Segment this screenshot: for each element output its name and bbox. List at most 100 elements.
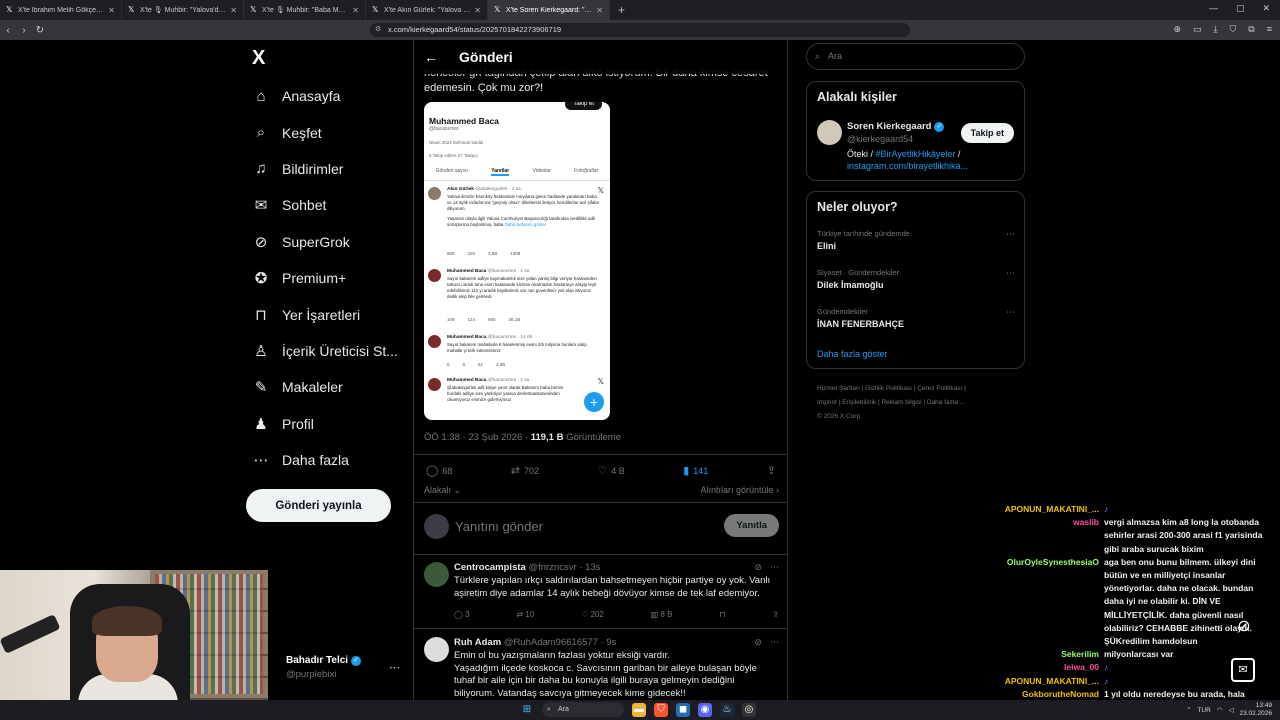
follow-button[interactable]: Takip et bbox=[960, 123, 1014, 143]
account-more-icon[interactable]: ⋯ bbox=[389, 661, 400, 674]
volume-icon[interactable]: ◁ bbox=[1228, 706, 1233, 714]
share-icon[interactable]: ⇪ bbox=[772, 610, 779, 619]
extensions-icon[interactable]: ⧉ bbox=[1248, 24, 1254, 35]
views-action[interactable]: ▥ 8 B bbox=[651, 610, 673, 619]
footer-link[interactable]: Reklam bilgisi bbox=[881, 399, 921, 406]
minimize-icon[interactable]: — bbox=[1209, 3, 1218, 14]
x-logo[interactable]: X bbox=[252, 47, 265, 70]
more-icon[interactable]: ⋯ bbox=[1006, 268, 1015, 279]
reply-button[interactable]: Yanıtla bbox=[724, 514, 779, 537]
more-icon[interactable]: ⋯ bbox=[1006, 229, 1015, 240]
repost-action[interactable]: ⇄ 702 bbox=[511, 464, 539, 477]
avatar[interactable] bbox=[817, 120, 842, 145]
wifi-icon[interactable]: ◠ bbox=[1217, 706, 1223, 714]
menu-icon[interactable]: ≡ bbox=[1267, 24, 1272, 35]
footer-link[interactable]: Hizmet Şartları bbox=[817, 385, 860, 392]
more-icon[interactable]: ⋯ bbox=[1006, 307, 1015, 318]
forward-icon[interactable]: › bbox=[16, 25, 32, 36]
show-more-link[interactable]: Daha fazla göster bbox=[817, 349, 888, 359]
share-action[interactable]: ⇪ bbox=[767, 464, 776, 477]
more-icon[interactable]: ⋯ bbox=[770, 562, 779, 573]
close-tab-icon[interactable]: ✕ bbox=[596, 6, 603, 15]
trend-item[interactable]: Gündemdekiler İNAN FENERBAHÇE ⋯ bbox=[817, 307, 1015, 329]
browser-tab[interactable]: 𝕏 X'te 🎙 Muhbir: "Baba Muhammed B... ✕ bbox=[244, 0, 366, 20]
screen-cast-icon[interactable]: ▭ bbox=[1193, 24, 1202, 35]
bio-link[interactable]: instagram.com/birayetlikhika... bbox=[847, 161, 968, 171]
hashtag-link[interactable]: #BirAyetlikHikâyeler bbox=[876, 149, 956, 159]
reply-action[interactable]: ◯ 68 bbox=[426, 464, 452, 477]
account-switcher[interactable]: Bahadır Telci ✓ @purplebixi bbox=[286, 655, 362, 680]
trend-item[interactable]: Siyaset · Gündemdekiler Dilek İmamoğlu ⋯ bbox=[817, 268, 1015, 290]
nav-item-more[interactable]: ⋯ Daha fazla bbox=[252, 442, 398, 478]
maximize-icon[interactable]: ▢ bbox=[1236, 3, 1245, 14]
footer-link[interactable]: Imprint bbox=[817, 399, 837, 406]
close-tab-icon[interactable]: ✕ bbox=[108, 6, 115, 15]
like-action[interactable]: ♡ 4 B bbox=[597, 464, 624, 477]
grok-floating-icon[interactable]: ⊘ bbox=[1233, 616, 1255, 638]
author-name[interactable]: Centrocampista bbox=[454, 562, 526, 573]
tray-chevron-icon[interactable]: ⌃ bbox=[1186, 706, 1191, 714]
file-explorer-icon[interactable]: ▬ bbox=[632, 702, 646, 717]
bookmark-action[interactable]: ▮ 141 bbox=[683, 464, 708, 477]
search-input[interactable]: ⌕ Ara bbox=[806, 43, 1025, 70]
reload-icon[interactable]: ↻ bbox=[32, 25, 48, 36]
nav-item-explore[interactable]: ⌕ Keşfet bbox=[252, 114, 398, 150]
browser-tab[interactable]: 𝕏 X'te İbrahim Melih Gökçek: "MANSU... ✕ bbox=[0, 0, 122, 20]
footer-link[interactable]: Gizlilik Politikası bbox=[865, 385, 912, 392]
nav-item-notifications[interactable]: ♫ Bildirimler bbox=[252, 151, 398, 187]
nav-item-profile[interactable]: ♟ Profil bbox=[252, 406, 398, 442]
steam-icon[interactable]: ♨ bbox=[720, 702, 734, 717]
reply-input[interactable]: Yanıtını gönder bbox=[455, 519, 543, 534]
author-name[interactable]: Ruh Adam bbox=[454, 637, 501, 648]
post-button[interactable]: Gönderi yayınla bbox=[246, 489, 391, 522]
brave-shield-icon[interactable]: ⛉ bbox=[1230, 24, 1237, 35]
messages-floating-icon[interactable]: ✉ bbox=[1231, 658, 1255, 682]
browser-tab-active[interactable]: 𝕏 X'te Soren Kierkegaard: "Şu yazı...✕ bbox=[488, 0, 610, 20]
nav-item-articles[interactable]: ✎ Makaleler bbox=[252, 369, 398, 405]
more-icon[interactable]: ⋯ bbox=[770, 637, 779, 648]
store-icon[interactable]: ◼ bbox=[676, 702, 690, 717]
view-quotes-link[interactable]: Alıntıları görüntüle › bbox=[700, 485, 779, 496]
footer-link[interactable]: Daha fazla ... bbox=[927, 399, 965, 406]
close-tab-icon[interactable]: ✕ bbox=[474, 6, 481, 15]
like-action[interactable]: ♡ 202 bbox=[581, 610, 604, 619]
footer-link[interactable]: Çerez Politikası bbox=[917, 385, 962, 392]
nav-item-home[interactable]: ⌂ Anasayfa bbox=[252, 78, 398, 114]
close-window-icon[interactable]: ✕ bbox=[1262, 3, 1270, 14]
nav-item-creator-studio[interactable]: ♙ İçerik Üreticisi St... bbox=[252, 333, 398, 369]
address-bar[interactable]: ⚙ x.com/kierkegaard54/status/20257018422… bbox=[370, 23, 910, 37]
download-icon[interactable]: ⤓ bbox=[1214, 24, 1218, 35]
nav-item-chat[interactable]: ✉ Sohbet bbox=[252, 187, 398, 223]
tweet-screenshot-image[interactable]: Takip et Muhammed Baca @bacacertes Nisan… bbox=[424, 102, 610, 420]
bookmark-icon[interactable]: ⊓ bbox=[719, 610, 725, 619]
taskbar-search[interactable]: ⌕ Ara bbox=[542, 702, 624, 717]
discord-icon[interactable]: ◉ bbox=[698, 702, 712, 717]
back-icon[interactable]: ‹ bbox=[0, 25, 16, 36]
repost-action[interactable]: ⇄ 10 bbox=[516, 610, 534, 619]
new-tab-button[interactable]: + bbox=[610, 3, 633, 17]
back-arrow-icon[interactable]: ← bbox=[424, 49, 448, 65]
grok-icon[interactable]: ⊘ bbox=[754, 562, 762, 573]
reply-tweet[interactable]: Centrocampista @fnrzncsvr · 13s ⊘ ⋯ Türkl… bbox=[424, 562, 779, 626]
trend-item[interactable]: Türkiye tarihinde gündemde Elini ⋯ bbox=[817, 229, 1015, 251]
nav-item-bookmarks[interactable]: ⊓ Yer İşaretleri bbox=[252, 296, 398, 332]
sort-dropdown[interactable]: Alakalı ⌄ bbox=[424, 485, 461, 496]
reply-action[interactable]: ◯ 3 bbox=[454, 610, 470, 619]
grok-icon[interactable]: ⊘ bbox=[754, 637, 762, 648]
nav-item-premium[interactable]: ✪ Premium+ bbox=[252, 260, 398, 296]
close-tab-icon[interactable]: ✕ bbox=[352, 6, 359, 15]
nav-item-supergrok[interactable]: ⊘ SuperGrok bbox=[252, 224, 398, 260]
browser-tab[interactable]: 𝕏 X'te 🎙 Muhbir: "Yalova'da Ş.E. isimli..… bbox=[122, 0, 244, 20]
tweet-timestamp[interactable]: ÖÖ 1:38 · 23 Şub 2026 · bbox=[424, 432, 531, 443]
zoom-icon[interactable]: ⊕ bbox=[1173, 24, 1181, 35]
related-name-row[interactable]: Soren Kierkegaard ✓ bbox=[847, 121, 945, 132]
footer-link[interactable]: Erişilebilirlik bbox=[842, 399, 876, 406]
brave-browser-icon[interactable]: ⛉ bbox=[654, 702, 668, 717]
windows-start-icon[interactable]: ⊞ bbox=[520, 703, 534, 717]
input-language[interactable]: TUR bbox=[1197, 707, 1210, 714]
site-info-icon[interactable]: ⚙ bbox=[375, 23, 381, 37]
close-tab-icon[interactable]: ✕ bbox=[230, 6, 237, 15]
obs-icon[interactable]: ◎ bbox=[742, 702, 756, 717]
browser-tab[interactable]: 𝕏 X'te Akın Gürlek: "Yalova ilimizin Esen… bbox=[366, 0, 488, 20]
clock[interactable]: 13:49 23.02.2026 bbox=[1239, 702, 1272, 718]
